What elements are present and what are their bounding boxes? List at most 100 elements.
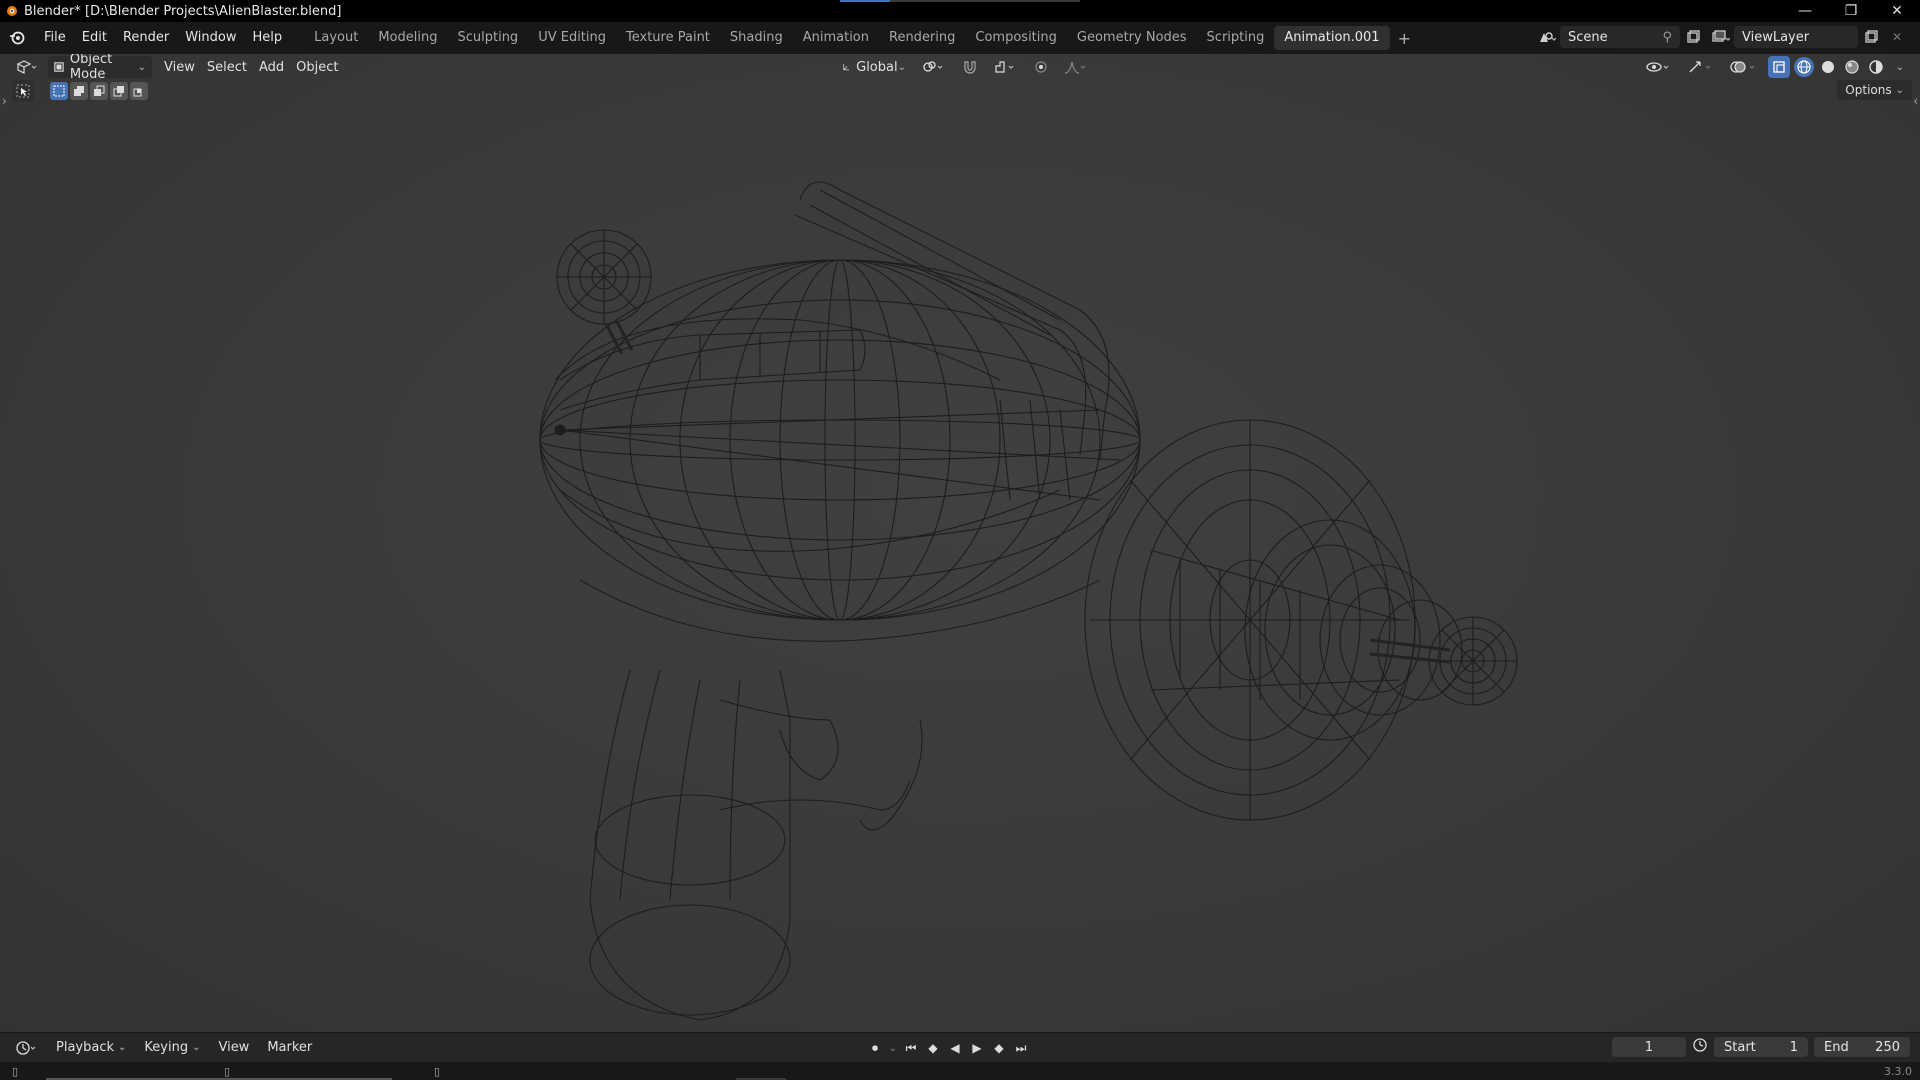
menu-keying[interactable]: Keying ⌄ [136, 1037, 208, 1059]
editor-type-icon[interactable] [10, 56, 44, 78]
pin-icon[interactable]: ⚲ [1662, 30, 1672, 45]
window-controls: — ❐ ✕ [1782, 0, 1920, 22]
delete-view-layer-icon[interactable]: ✕ [1884, 26, 1910, 48]
timeline-editor-type-icon[interactable] [8, 1037, 46, 1059]
menu-add[interactable]: Add [253, 56, 290, 78]
falloff-curve-icon[interactable] [1058, 56, 1094, 78]
jump-to-prev-keyframe-icon[interactable]: ◆ [924, 1037, 942, 1059]
mouse-left-icon: ▯ [12, 1064, 19, 1078]
proportional-edit-icon[interactable] [1028, 56, 1054, 78]
chevron-down-icon: ⌄ [897, 61, 906, 73]
main-menu: File Edit Render Window Help [36, 25, 290, 51]
jump-to-start-icon[interactable]: ⏮ [902, 1037, 920, 1059]
menu-edit[interactable]: Edit [74, 25, 115, 51]
blender-menu-icon[interactable] [4, 25, 30, 51]
preview-range-clock-icon[interactable] [1692, 1037, 1708, 1057]
play-reverse-icon[interactable]: ◀ [946, 1037, 964, 1059]
minimize-button[interactable]: — [1782, 0, 1828, 22]
tab-animation-001[interactable]: Animation.001 [1274, 26, 1390, 50]
restore-button[interactable]: ❐ [1828, 0, 1874, 22]
new-view-layer-icon[interactable] [1858, 26, 1884, 48]
tab-compositing[interactable]: Compositing [965, 26, 1067, 50]
current-frame-field[interactable]: 1 [1612, 1037, 1686, 1057]
keying-label: Keying [144, 1040, 189, 1055]
menu-select[interactable]: Select [201, 56, 253, 78]
tab-scripting[interactable]: Scripting [1197, 26, 1275, 50]
pivot-point-icon[interactable] [916, 56, 952, 78]
object-mode-dropdown[interactable]: Object Mode ⌄ [48, 54, 152, 82]
tab-texture-paint[interactable]: Texture Paint [616, 26, 720, 50]
menu-timeline-view[interactable]: View [210, 1037, 257, 1059]
transform-orientation-dropdown[interactable]: Global ⌄ [836, 56, 912, 78]
solid-shading-icon[interactable] [1818, 57, 1838, 77]
menu-object[interactable]: Object [290, 56, 344, 78]
tab-uv-editing[interactable]: UV Editing [528, 26, 616, 50]
auto-keying-record-icon[interactable]: ⏺ [866, 1037, 884, 1059]
tab-modeling[interactable]: Modeling [368, 26, 447, 50]
chevron-down-icon[interactable]: ⌄ [888, 1037, 898, 1059]
window-title: Blender* [D:\Blender Projects\AlienBlast… [24, 3, 342, 19]
workspace-tabs: Layout Modeling Sculpting UV Editing Tex… [304, 26, 1419, 50]
tab-animation[interactable]: Animation [793, 26, 879, 50]
object-mode-icon [54, 62, 64, 72]
menu-playback[interactable]: Playback ⌄ [48, 1037, 134, 1059]
overlays-toggle-icon[interactable] [1724, 56, 1764, 78]
menu-marker[interactable]: Marker [259, 1037, 320, 1059]
titlebar-grey-strip [890, 0, 1080, 2]
viewport-display-controls: ⌄ [1640, 56, 1910, 78]
scene-browse-icon[interactable] [1534, 26, 1560, 48]
new-scene-icon[interactable] [1680, 26, 1706, 48]
add-workspace-icon[interactable]: + [1390, 29, 1419, 48]
shading-options-chevron-icon[interactable]: ⌄ [1890, 56, 1910, 78]
play-icon[interactable]: ▶ [968, 1037, 986, 1059]
frame-range-controls: 1 Start 1 End 250 [1612, 1037, 1910, 1057]
chevron-down-icon: ⌄ [118, 1042, 127, 1053]
view-layer-name-field[interactable]: ViewLayer [1734, 26, 1858, 48]
start-frame-field[interactable]: Start 1 [1714, 1037, 1808, 1057]
playback-controls: ⏺ ⌄ ⏮ ◆ ◀ ▶ ◆ ⏭ [866, 1037, 1030, 1059]
jump-to-end-icon[interactable]: ⏭ [1012, 1037, 1030, 1059]
chevron-down-icon: ⌄ [192, 1042, 201, 1053]
menu-file[interactable]: File [36, 25, 74, 51]
viewport-header: Object Mode ⌄ View Select Add Object Glo… [0, 54, 1920, 82]
snap-toggle-icon[interactable] [956, 56, 984, 78]
transform-controls: Global ⌄ [836, 56, 1094, 78]
start-label: Start [1724, 1039, 1756, 1055]
transform-orientation-label: Global [856, 59, 898, 75]
top-bar: File Edit Render Window Help Layout Mode… [0, 22, 1920, 54]
tab-shading[interactable]: Shading [720, 26, 793, 50]
current-frame-value: 1 [1644, 1039, 1654, 1055]
menu-window[interactable]: Window [177, 25, 244, 51]
visibility-icon[interactable] [1640, 56, 1678, 78]
end-frame-field[interactable]: End 250 [1814, 1037, 1910, 1057]
orientation-axes-icon [843, 64, 849, 71]
wireframe-model [539, 181, 1518, 1021]
end-label: End [1824, 1039, 1849, 1055]
menu-render[interactable]: Render [115, 25, 177, 51]
tab-layout[interactable]: Layout [304, 26, 368, 50]
view-layer-name: ViewLayer [1742, 29, 1810, 45]
menu-view[interactable]: View [158, 56, 201, 78]
snap-target-icon[interactable] [988, 56, 1024, 78]
scene-name-field[interactable]: Scene ⚲ [1560, 26, 1680, 48]
timeline-menus: Playback ⌄ Keying ⌄ View Marker [8, 1037, 320, 1059]
material-shading-icon[interactable] [1842, 57, 1862, 77]
3d-viewport[interactable]: Object Mode ⌄ View Select Add Object Glo… [0, 54, 1920, 1032]
window-titlebar: Blender* [D:\Blender Projects\AlienBlast… [0, 0, 1920, 22]
tab-sculpting[interactable]: Sculpting [447, 26, 528, 50]
tab-geometry-nodes[interactable]: Geometry Nodes [1067, 26, 1197, 50]
titlebar-accent-strip [840, 0, 890, 2]
rendered-shading-icon[interactable] [1866, 57, 1886, 77]
close-button[interactable]: ✕ [1874, 0, 1920, 22]
chevron-down-icon: ⌄ [137, 61, 146, 73]
jump-to-next-keyframe-icon[interactable]: ◆ [990, 1037, 1008, 1059]
tab-rendering[interactable]: Rendering [879, 26, 965, 50]
xray-toggle-icon[interactable] [1767, 56, 1790, 78]
status-bar: ▯ ▯ ▯ 3.3.0 [0, 1062, 1920, 1080]
wireframe-shading-icon[interactable] [1793, 57, 1814, 77]
menu-help[interactable]: Help [245, 25, 291, 51]
scene-name: Scene [1568, 29, 1608, 45]
timeline-header: Playback ⌄ Keying ⌄ View Marker ⏺ ⌄ ⏮ ◆ ◀ … [0, 1032, 1920, 1062]
gizmo-toggle-icon[interactable] [1682, 56, 1720, 78]
view-layer-browse-icon[interactable] [1708, 26, 1734, 48]
